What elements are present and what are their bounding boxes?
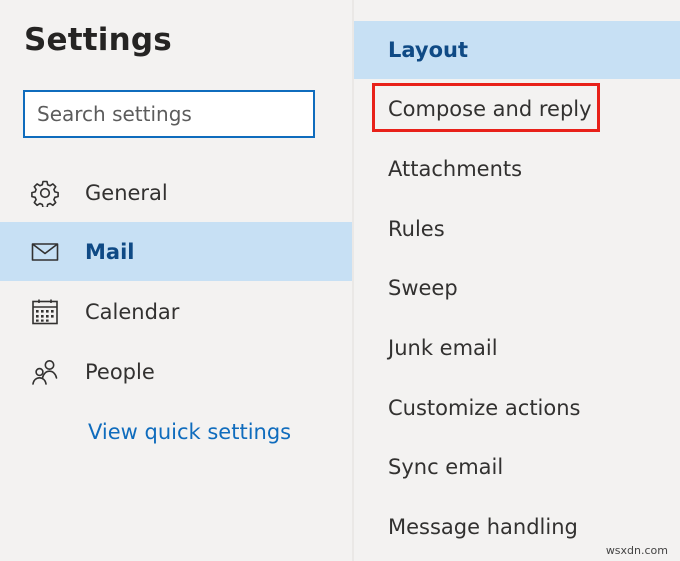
mail-setting-rules[interactable]: Rules [354,199,680,258]
page-title: Settings [24,22,172,58]
nav-item-label: General [85,180,168,205]
mail-setting-sync-email[interactable]: Sync email [354,437,680,496]
calendar-icon [30,297,60,327]
nav-item-mail[interactable]: Mail [0,222,352,281]
mail-setting-customize-actions[interactable]: Customize actions [354,378,680,437]
nav-item-general[interactable]: General [0,163,352,222]
mail-setting-compose-and-reply[interactable]: Compose and reply [354,79,680,138]
mail-setting-layout[interactable]: Layout [354,21,680,79]
mail-setting-sweep[interactable]: Sweep [354,258,680,317]
mail-settings-pane: Layout Compose and reply Attachments Rul… [354,0,680,561]
nav-item-calendar[interactable]: Calendar [0,282,352,341]
watermark: wsxdn.com [605,544,668,557]
search-settings-input[interactable] [23,90,315,138]
nav-item-people[interactable]: People [0,342,352,401]
gear-icon [30,178,60,208]
view-quick-settings-link[interactable]: View quick settings [88,420,291,444]
nav-item-label: People [85,359,155,384]
mail-setting-junk-email[interactable]: Junk email [354,318,680,377]
envelope-icon [30,237,60,267]
people-icon [30,357,60,387]
mail-setting-attachments[interactable]: Attachments [354,139,680,198]
nav-item-label: Mail [85,239,135,264]
nav-item-label: Calendar [85,299,180,324]
settings-nav-pane: Settings General Mail [0,0,352,561]
